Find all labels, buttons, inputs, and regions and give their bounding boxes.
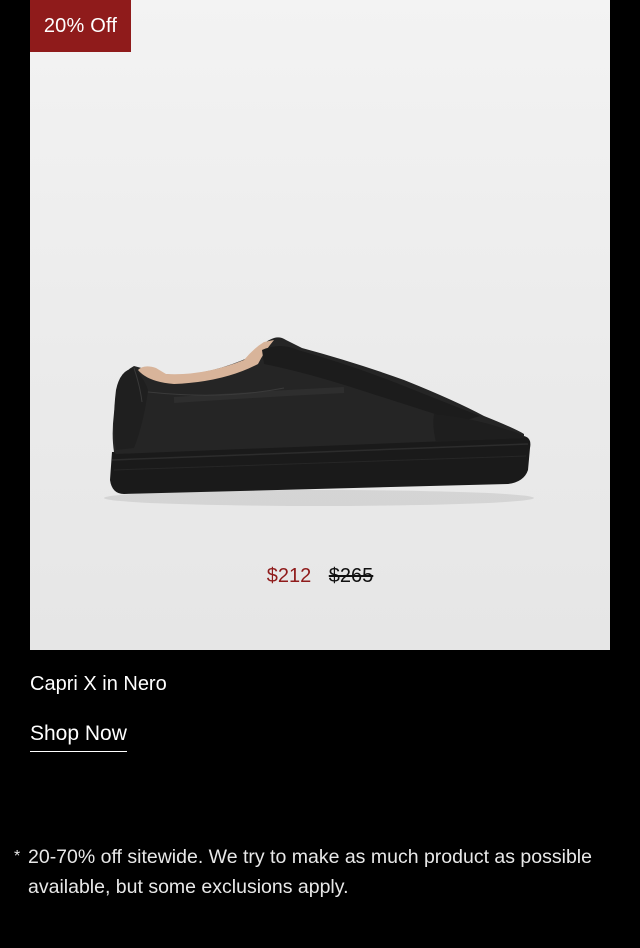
price-row: $212 $265 xyxy=(30,563,610,589)
disclaimer-text: 20-70% off sitewide. We try to make as m… xyxy=(28,846,592,898)
asterisk-mark: * xyxy=(14,848,21,865)
shop-now-link[interactable]: Shop Now xyxy=(30,720,127,752)
original-price: $265 xyxy=(328,565,374,587)
black-leather-sneaker-image[interactable] xyxy=(104,330,536,510)
disclaimer: * 20-70% off sitewide. We try to make as… xyxy=(14,842,614,902)
discount-badge: 20% Off xyxy=(30,0,131,52)
product-name: Capri X in Nero xyxy=(30,673,167,695)
email-promo-page: 20% Off $212 $265 Capri X in Nero Shop N… xyxy=(0,0,640,948)
sale-price: $212 xyxy=(266,565,312,587)
product-card[interactable]: 20% Off $212 $265 xyxy=(30,0,610,650)
